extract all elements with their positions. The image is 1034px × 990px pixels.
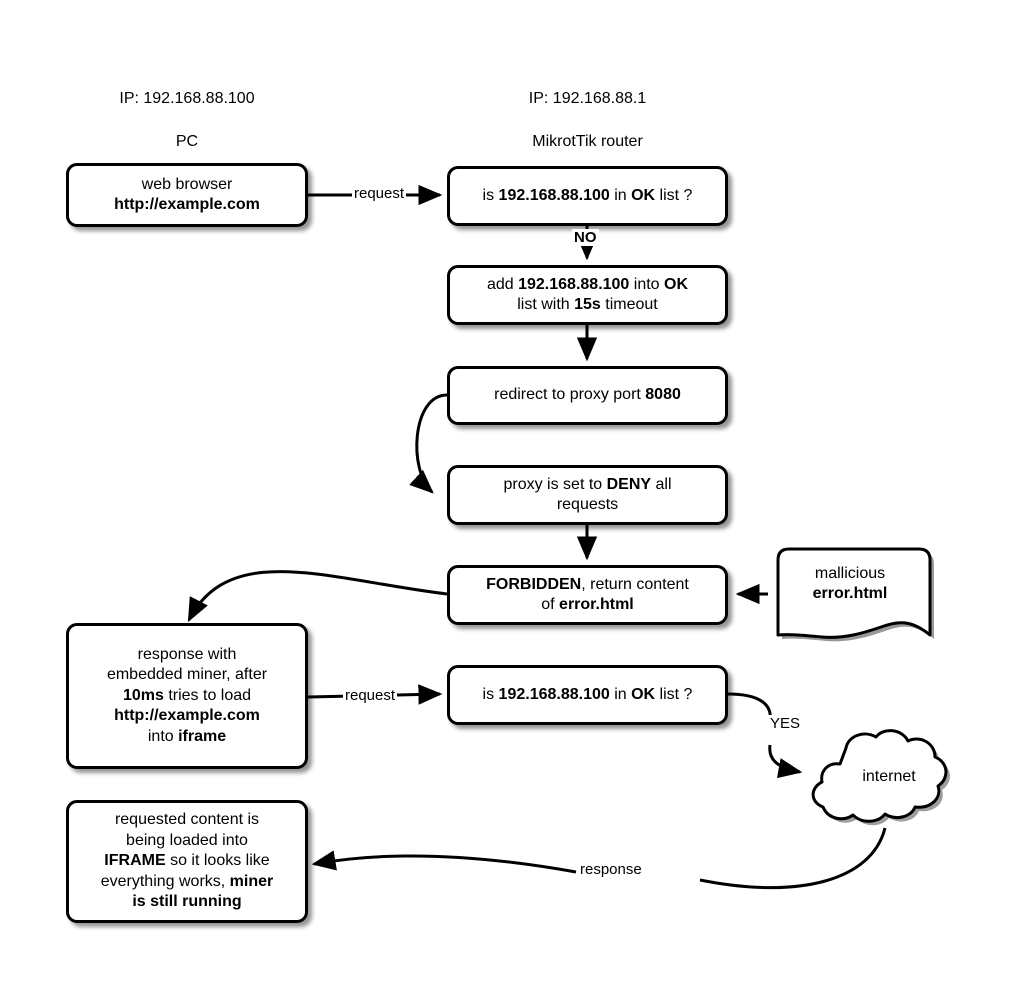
pc-column-header: IP: 192.168.88.100 PC	[66, 66, 308, 174]
node-response-miner: response with embedded miner, after 10ms…	[66, 623, 308, 769]
proxy-a: proxy is set to	[503, 475, 607, 493]
redirect-port: 8080	[645, 386, 681, 404]
edge-label-request-1: request	[352, 185, 407, 202]
resp-l3b: tries to load	[163, 686, 252, 704]
add-l1b: into	[629, 275, 665, 293]
check1-post: list ?	[655, 186, 693, 204]
iframe-l5: is still running	[132, 893, 242, 911]
edge-label-yes: YES	[768, 715, 803, 732]
node-internet-cloud: internet	[798, 718, 980, 836]
node-redirect-proxy: redirect to proxy port 8080	[447, 366, 728, 425]
diagram-canvas: IP: 192.168.88.100 PC IP: 192.168.88.1 M…	[0, 0, 1034, 990]
node-add-to-ok-list: add 192.168.88.100 into OK list with 15s…	[447, 265, 728, 325]
add-ip: 192.168.88.100	[518, 275, 630, 293]
check2-ip: 192.168.88.100	[498, 685, 610, 703]
node-check-ok-list-1: is 192.168.88.100 in OK list ?	[447, 166, 728, 226]
mallicious-line1: mallicious	[814, 565, 886, 582]
forbidden-file: error.html	[559, 596, 634, 613]
edge-response	[311, 827, 887, 890]
web-browser-line1: web browser	[141, 175, 233, 193]
check2-pre: is	[482, 685, 499, 703]
pc-header-line2: PC	[175, 132, 199, 150]
check1-ip: 192.168.88.100	[498, 186, 610, 204]
mallicious-line2: error.html	[812, 585, 888, 603]
check1-mid: in	[609, 186, 632, 204]
check2-list: OK	[631, 685, 656, 703]
node-proxy-deny: proxy is set to DENY all requests	[447, 465, 728, 525]
edge-forbidden-to-response	[187, 570, 448, 623]
edge-label-no: NO	[572, 229, 599, 246]
iframe-l3b: so it looks like	[165, 852, 270, 870]
check2-mid: in	[609, 685, 632, 703]
check1-list: OK	[631, 186, 656, 204]
redirect-text: redirect to proxy port	[494, 386, 646, 404]
edge-yes	[727, 692, 803, 779]
check1-pre: is	[482, 186, 499, 204]
iframe-l1: requested content is	[114, 811, 260, 829]
web-browser-url: http://example.com	[114, 196, 260, 213]
proxy-deny-word: DENY	[606, 475, 652, 493]
iframe-miner: miner	[229, 872, 274, 890]
node-check-ok-list-2: is 192.168.88.100 in OK list ?	[447, 665, 728, 725]
edge-label-request-2: request	[343, 687, 398, 704]
router-header-line2: MikrotTik router	[532, 132, 643, 150]
router-column-header: IP: 192.168.88.1 MikrotTik router	[447, 66, 728, 174]
node-iframe-result: requested content is being loaded into I…	[66, 800, 308, 923]
forbidden-c: of	[541, 596, 560, 613]
resp-url: http://example.com	[114, 707, 260, 725]
check2-post: list ?	[655, 685, 693, 703]
edge-label-response: response	[578, 861, 644, 878]
internet-label: internet	[862, 768, 916, 785]
proxy-c: all	[651, 475, 672, 493]
mallicious-doc-text: mallicious error.html	[764, 564, 936, 605]
add-l1a: add	[486, 275, 519, 293]
proxy-d: requests	[556, 496, 619, 513]
forbidden-b: , return content	[581, 575, 689, 593]
node-mallicious-document: mallicious error.html	[764, 542, 936, 644]
resp-iframe: iframe	[178, 727, 227, 745]
resp-l1: response with	[137, 645, 237, 663]
node-forbidden: FORBIDDEN, return content of error.html	[447, 565, 728, 625]
resp-delay: 10ms	[122, 686, 164, 704]
edge-redirect-to-proxy	[409, 393, 448, 494]
node-web-browser: web browser http://example.com	[66, 163, 308, 227]
add-list: OK	[664, 275, 689, 293]
iframe-l2: being loaded into	[126, 831, 248, 849]
pc-header-line1: IP: 192.168.88.100	[119, 89, 255, 107]
iframe-l4a: everything works,	[100, 872, 230, 890]
add-timeout: 15s	[574, 296, 601, 313]
resp-l2: embedded miner, after	[106, 666, 268, 684]
iframe-word: IFRAME	[104, 852, 166, 870]
resp-l5a: into	[147, 727, 179, 745]
add-l2a: list with	[517, 296, 575, 313]
router-header-line1: IP: 192.168.88.1	[528, 89, 647, 107]
add-l2c: timeout	[600, 296, 658, 313]
forbidden-word: FORBIDDEN	[486, 575, 582, 593]
